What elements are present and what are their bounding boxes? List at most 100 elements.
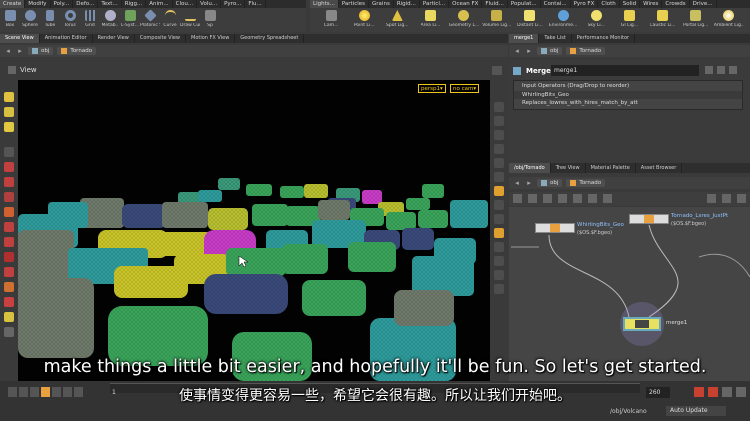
rig-tool-icon[interactable]: [4, 177, 14, 187]
spray-tool[interactable]: Sp: [200, 8, 220, 32]
no-cam-menu[interactable]: no cam▾: [450, 84, 480, 93]
tab-asset-browser[interactable]: Asset Browser: [636, 163, 683, 173]
tab-animation-editor[interactable]: Animation Editor: [40, 34, 93, 43]
back-arrow-icon[interactable]: ◂: [4, 47, 12, 55]
gear-icon[interactable]: [705, 66, 713, 74]
shape-palette-icon[interactable]: [603, 194, 612, 203]
backface-icon[interactable]: [494, 284, 504, 294]
grid-tool[interactable]: Grid: [80, 8, 100, 32]
area-light-tool[interactable]: Area Li...: [415, 8, 445, 32]
lasso-tool-icon[interactable]: [4, 252, 14, 262]
display-options-icon[interactable]: [4, 327, 14, 337]
display-icon[interactable]: [722, 194, 731, 203]
select-tool-icon[interactable]: [4, 92, 14, 102]
shelf-tab[interactable]: Rigg...: [122, 0, 147, 8]
point-light-tool[interactable]: Point Li...: [349, 8, 379, 32]
sticky-note-icon[interactable]: [558, 194, 567, 203]
ambient-light-tool[interactable]: Ambient Lig...: [714, 8, 744, 32]
shelf-tab[interactable]: Poly...: [51, 0, 74, 8]
shelf-tab[interactable]: Wires: [640, 0, 663, 8]
path-node[interactable]: Tornado: [57, 47, 97, 55]
shelf-tab[interactable]: Rigid...: [394, 0, 420, 8]
scene-viewport[interactable]: persp1▾ no cam▾: [18, 80, 490, 381]
shelf-tab[interactable]: Volu...: [197, 0, 222, 8]
tornado-lowres-node[interactable]: [629, 214, 669, 224]
help-icon[interactable]: [737, 194, 746, 203]
camera-menu[interactable]: persp1▾: [418, 84, 446, 93]
torus-tool[interactable]: Torus: [60, 8, 80, 32]
shelf-tab[interactable]: Flu...: [245, 0, 266, 8]
forward-arrow-icon[interactable]: ▸: [16, 47, 24, 55]
layout-icon[interactable]: [528, 194, 537, 203]
snapshot-icon[interactable]: [494, 228, 504, 238]
shelf-tab[interactable]: Particles: [339, 0, 370, 8]
shelf-tab[interactable]: Fluid...: [482, 0, 508, 8]
tab-render-view[interactable]: Render View: [93, 34, 135, 43]
tab-tree-view[interactable]: Tree View: [551, 163, 586, 173]
help-icon[interactable]: [717, 66, 725, 74]
list-item[interactable]: Replaces_lowres_with_hires_match_by_att: [514, 99, 742, 107]
distant-light-tool[interactable]: Distant Li...: [515, 8, 545, 32]
path-node[interactable]: Tornado: [566, 47, 606, 55]
magnet-snap-icon[interactable]: [4, 297, 14, 307]
volume-light-tool[interactable]: Volume Lig...: [482, 8, 512, 32]
tab-scene-view[interactable]: Scene View: [0, 34, 40, 43]
shelf-tab[interactable]: Lights...: [310, 0, 339, 8]
shelf-tab[interactable]: Pyro FX: [571, 0, 599, 8]
tab-geometry-spreadsheet[interactable]: Geometry Spreadsheet: [235, 34, 305, 43]
add-node-icon[interactable]: [513, 194, 522, 203]
path-root[interactable]: obj: [537, 179, 563, 187]
tab-motion-fx-view[interactable]: Motion FX View: [186, 34, 236, 43]
forward-arrow-icon[interactable]: ▸: [525, 47, 533, 55]
tab-composite-view[interactable]: Composite View: [135, 34, 186, 43]
back-arrow-icon[interactable]: ◂: [513, 179, 521, 187]
points-icon[interactable]: [494, 158, 504, 168]
update-mode-menu[interactable]: Auto Update: [666, 406, 726, 416]
box-tool[interactable]: Box: [0, 8, 20, 32]
tab-network-view[interactable]: /obj/Tornado: [509, 163, 551, 173]
shelf-tab[interactable]: Particl...: [420, 0, 450, 8]
wireframe-icon[interactable]: [494, 116, 504, 126]
hand-tool-icon[interactable]: [4, 267, 14, 277]
measure-tool-icon[interactable]: [4, 237, 14, 247]
pointer-icon[interactable]: [4, 147, 14, 157]
shelf-tab[interactable]: Crowds: [662, 0, 690, 8]
network-box-icon[interactable]: [573, 194, 582, 203]
shelf-tab[interactable]: Ocean FX: [449, 0, 483, 8]
ghost-icon[interactable]: [494, 200, 504, 210]
view-menu-icon[interactable]: [8, 66, 16, 74]
tab-performance-monitor[interactable]: Performance Monitor: [572, 34, 636, 43]
tab-material-palette[interactable]: Material Palette: [586, 163, 636, 173]
camera-tool[interactable]: Cam...: [316, 8, 346, 32]
metaball-tool[interactable]: Metab..: [100, 8, 120, 32]
grid-icon[interactable]: [543, 194, 552, 203]
caustic-light-tool[interactable]: Caustic Li...: [648, 8, 678, 32]
snap-tool-icon[interactable]: [4, 282, 14, 292]
geometry-light-tool[interactable]: Geometry L...: [449, 8, 479, 32]
safe-area-icon[interactable]: [494, 242, 504, 252]
view-options-icon[interactable]: [492, 66, 502, 75]
forward-arrow-icon[interactable]: ▸: [525, 179, 533, 187]
tab-take-list[interactable]: Take List: [539, 34, 572, 43]
normals-icon[interactable]: [494, 172, 504, 182]
camera-lock-icon[interactable]: [494, 270, 504, 280]
sphere-tool[interactable]: Sphere: [20, 8, 40, 32]
shelf-tab[interactable]: Pyro...: [221, 0, 246, 8]
isolate-icon[interactable]: [494, 214, 504, 224]
transform-tool-icon[interactable]: [4, 107, 14, 117]
display-icon[interactable]: [494, 102, 504, 112]
shelf-tab[interactable]: Modify: [25, 0, 51, 8]
shelf-tab[interactable]: Contai...: [541, 0, 571, 8]
path-node[interactable]: Tornado: [566, 179, 606, 187]
network-editor[interactable]: WhirlingBits_Geo ($OS.$F.bgeo) Tornado_L…: [509, 207, 750, 381]
shelf-tab[interactable]: Text...: [98, 0, 122, 8]
shelf-tab[interactable]: Solid: [620, 0, 641, 8]
environment-light-tool[interactable]: Environme...: [548, 8, 578, 32]
shelf-tab[interactable]: Anim...: [146, 0, 173, 8]
handle-tool-icon[interactable]: [4, 122, 14, 132]
search-icon[interactable]: [707, 194, 716, 203]
whirlingbits-node[interactable]: [535, 223, 575, 233]
portal-light-tool[interactable]: Portal Lig...: [681, 8, 711, 32]
spot-light-tool[interactable]: Spot Lig...: [382, 8, 412, 32]
paint-tool-icon[interactable]: [4, 222, 14, 232]
